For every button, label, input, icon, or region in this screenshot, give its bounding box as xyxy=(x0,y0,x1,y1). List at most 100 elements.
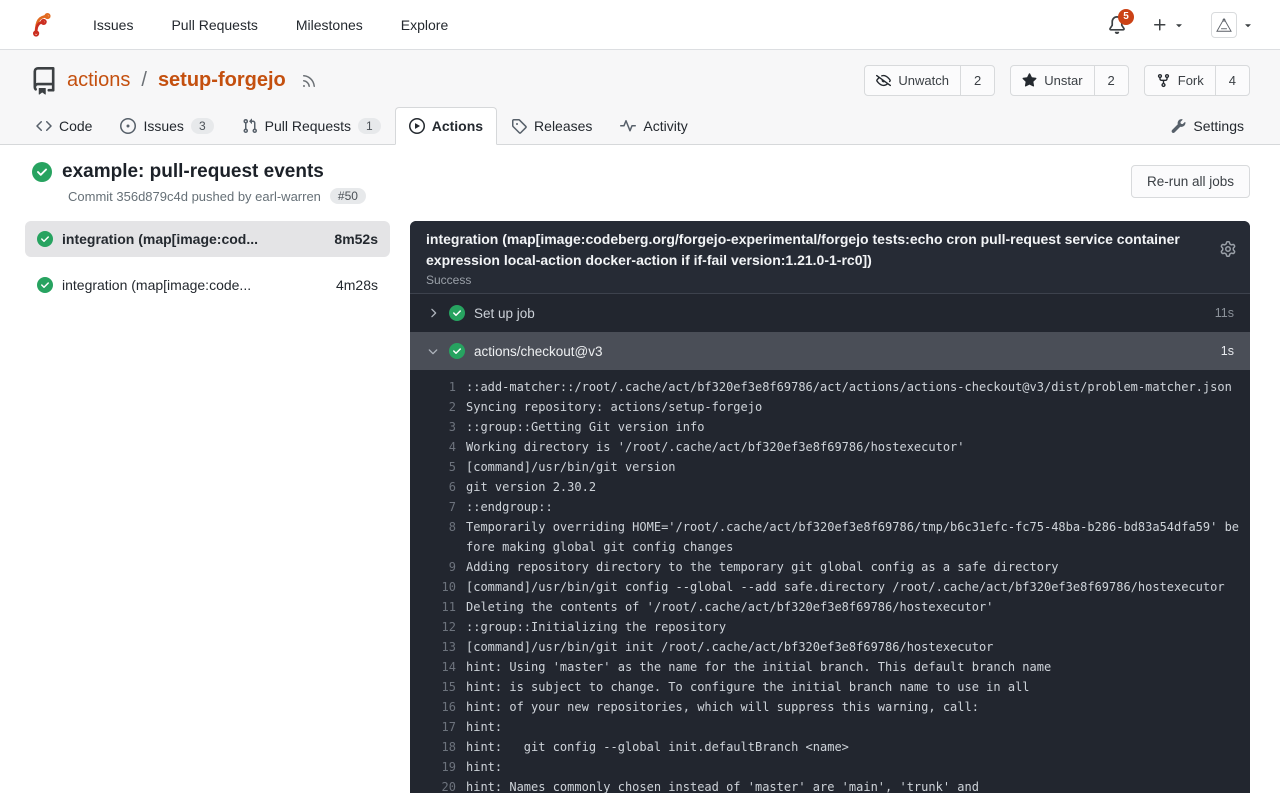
repo-name-link[interactable]: setup-forgejo xyxy=(158,69,286,92)
log-lines: 1::add-matcher::/root/.cache/act/bf320ef… xyxy=(410,370,1250,793)
log-line-text: Adding repository directory to the tempo… xyxy=(466,557,1240,577)
log-line-number[interactable]: 7 xyxy=(426,497,456,517)
log-line-number[interactable]: 1 xyxy=(426,377,456,397)
watch-count[interactable]: 2 xyxy=(960,66,994,95)
tab-issues[interactable]: Issues 3 xyxy=(106,107,227,145)
log-line: 9 Adding repository directory to the temp… xyxy=(426,557,1250,577)
rss-icon[interactable] xyxy=(301,73,317,89)
log-line-number[interactable]: 19 xyxy=(426,757,456,777)
step-name: actions/checkout@v3 xyxy=(474,344,603,359)
log-line: 15hint: is subject to change. To configu… xyxy=(426,677,1250,697)
chevron-down-icon xyxy=(426,344,440,358)
log-line-number[interactable]: 13 xyxy=(426,637,456,657)
job-full-title: integration (map[image:codeberg.org/forg… xyxy=(426,229,1202,271)
log-line: 17hint: xyxy=(426,717,1250,737)
log-line: 2Syncing repository: actions/setup-forge… xyxy=(426,397,1250,417)
log-line-number[interactable]: 5 xyxy=(426,457,456,477)
forgejo-logo[interactable] xyxy=(28,11,55,38)
breadcrumb: actions / setup-forgejo xyxy=(30,67,317,95)
notifications-button[interactable]: 5 xyxy=(1108,16,1126,34)
star-count[interactable]: 2 xyxy=(1094,66,1128,95)
log-line-number[interactable]: 15 xyxy=(426,677,456,697)
nav-item-pull-requests[interactable]: Pull Requests xyxy=(171,17,257,33)
tab-code[interactable]: Code xyxy=(22,107,106,145)
gear-icon[interactable] xyxy=(1220,241,1236,287)
log-line-text: [command]/usr/bin/git config --global --… xyxy=(466,577,1240,597)
tab-releases[interactable]: Releases xyxy=(497,107,606,145)
log-line-number[interactable]: 8 xyxy=(426,517,456,557)
job-list: integration (map[image:cod... 8m52s inte… xyxy=(25,221,390,303)
log-line-number[interactable]: 18 xyxy=(426,737,456,757)
log-line-text: hint: Using 'master' as the name for the… xyxy=(466,657,1240,677)
unstar-button[interactable]: Unstar 2 xyxy=(1010,65,1129,96)
tab-actions[interactable]: Actions xyxy=(395,107,497,145)
log-line-number[interactable]: 6 xyxy=(426,477,456,497)
run-title: example: pull-request events xyxy=(62,161,324,183)
commit-line: Commit 356d879c4d pushed by earl-warren xyxy=(68,189,321,204)
log-line-number[interactable]: 11 xyxy=(426,597,456,617)
tab-activity[interactable]: Activity xyxy=(606,107,701,145)
log-line-number[interactable]: 14 xyxy=(426,657,456,677)
job-duration: 4m28s xyxy=(336,277,378,293)
nav-item-milestones[interactable]: Milestones xyxy=(296,17,363,33)
log-line-number[interactable]: 10 xyxy=(426,577,456,597)
job-list-item[interactable]: integration (map[image:cod... 8m52s xyxy=(25,221,390,257)
log-line: 5[command]/usr/bin/git version xyxy=(426,457,1250,477)
log-line: 18 hint: git config --global init.default… xyxy=(426,737,1250,757)
log-line-number[interactable]: 12 xyxy=(426,617,456,637)
log-line-number[interactable]: 3 xyxy=(426,417,456,437)
log-line-number[interactable]: 9 xyxy=(426,557,456,577)
fork-icon xyxy=(1156,73,1171,88)
unwatch-button[interactable]: Unwatch 2 xyxy=(864,65,995,96)
tab-settings[interactable]: Settings xyxy=(1156,107,1258,145)
play-circle-icon xyxy=(409,118,425,134)
run-number-badge: #50 xyxy=(330,188,366,204)
log-line: 11 Deleting the contents of '/root/.cache… xyxy=(426,597,1250,617)
tab-label: Pull Requests xyxy=(265,118,351,134)
log-line-text: ::group::Initializing the repository xyxy=(466,617,1240,637)
fork-count[interactable]: 4 xyxy=(1215,66,1249,95)
log-line-number[interactable]: 2 xyxy=(426,397,456,417)
top-navbar: Issues Pull Requests Milestones Explore … xyxy=(0,0,1280,50)
log-line: 6git version 2.30.2 xyxy=(426,477,1250,497)
check-circle-icon xyxy=(449,305,465,321)
log-line-text: ::add-matcher::/root/.cache/act/bf320ef3… xyxy=(466,377,1240,397)
wrench-icon xyxy=(1170,118,1186,134)
log-line-text: ::endgroup:: xyxy=(466,497,1240,517)
eye-slash-icon xyxy=(876,73,891,88)
log-line-number[interactable]: 17 xyxy=(426,717,456,737)
log-line: 20hint: Names commonly chosen instead of… xyxy=(426,777,1250,793)
job-log-panel: integration (map[image:codeberg.org/forg… xyxy=(410,221,1250,793)
step-actions-checkout[interactable]: actions/checkout@v3 1s xyxy=(410,332,1250,370)
job-list-item[interactable]: integration (map[image:code... 4m28s xyxy=(25,267,390,303)
log-line-number[interactable]: 20 xyxy=(426,777,456,793)
unstar-label: Unstar xyxy=(1044,73,1082,88)
code-icon xyxy=(36,118,52,134)
tab-pull-requests[interactable]: Pull Requests 1 xyxy=(228,107,395,145)
step-name: Set up job xyxy=(474,306,535,321)
plus-icon xyxy=(1152,17,1168,33)
step-duration: 1s xyxy=(1221,344,1234,358)
step-duration: 11s xyxy=(1215,306,1234,320)
log-line-text: hint: git config --global init.defaultBr… xyxy=(466,737,1240,757)
repo-tabs: Code Issues 3 Pull Requests 1 Actions Re… xyxy=(0,107,1280,145)
tab-label: Activity xyxy=(643,118,687,134)
log-line-number[interactable]: 4 xyxy=(426,437,456,457)
user-menu-button[interactable] xyxy=(1211,12,1254,38)
nav-item-issues[interactable]: Issues xyxy=(93,17,133,33)
fork-button[interactable]: Fork 4 xyxy=(1144,65,1250,96)
log-line-text: Deleting the contents of '/root/.cache/a… xyxy=(466,597,1240,617)
rerun-all-jobs-button[interactable]: Re-run all jobs xyxy=(1131,165,1250,198)
repo-icon xyxy=(30,67,58,95)
check-circle-icon xyxy=(37,277,53,293)
check-circle-icon xyxy=(32,162,52,182)
star-icon xyxy=(1022,73,1037,88)
repo-header-wrapper: actions / setup-forgejo Unwatch 2 xyxy=(0,50,1280,145)
create-new-button[interactable] xyxy=(1152,17,1185,33)
breadcrumb-separator: / xyxy=(141,69,147,92)
nav-item-explore[interactable]: Explore xyxy=(401,17,448,33)
repo-owner-link[interactable]: actions xyxy=(67,69,130,92)
log-line-number[interactable]: 16 xyxy=(426,697,456,717)
log-line: 14 hint: Using 'master' as the name for t… xyxy=(426,657,1250,677)
step-setup-job[interactable]: Set up job 11s xyxy=(410,294,1250,332)
